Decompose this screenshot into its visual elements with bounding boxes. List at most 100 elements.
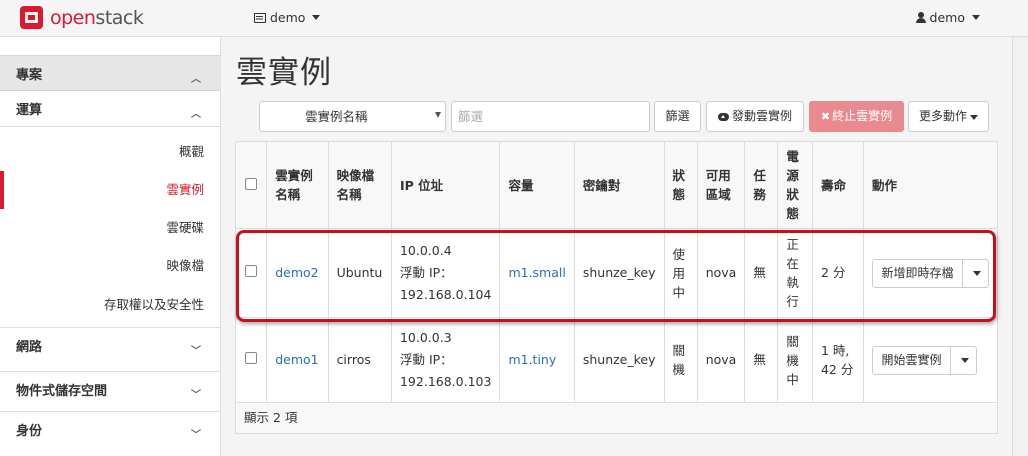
- terminate-instance-button[interactable]: ✖ 終止雲實例: [809, 101, 904, 132]
- status-text: 關機: [672, 343, 686, 377]
- power-state-cell: 關機中: [777, 317, 813, 403]
- user-dropdown[interactable]: demo: [915, 10, 980, 25]
- sidebar-section-compute[interactable]: 運算 ︿: [0, 91, 221, 127]
- floating-ip-address: 192.168.0.103: [399, 374, 492, 389]
- sidebar-item-volumes[interactable]: 雲硬碟: [0, 209, 221, 247]
- table-header-row: 雲實例名稱 映像檔名稱 IP 位址 容量 密鑰對 狀態 可用區域 任務 電源狀態…: [234, 141, 998, 229]
- column-header[interactable]: 任務: [744, 141, 779, 229]
- keypair-cell: shunze_key: [573, 228, 665, 318]
- power-state-cell: 正在執行: [777, 228, 813, 318]
- sidebar-section-object-storage[interactable]: 物件式儲存空間 ﹀: [0, 371, 221, 407]
- start-instance-button[interactable]: 開始雲實例: [873, 346, 951, 374]
- sidebar-section-label: 網路: [16, 340, 43, 355]
- sidebar-section-identity[interactable]: 身份 ﹀: [0, 411, 221, 447]
- column-header[interactable]: IP 位址: [390, 141, 501, 229]
- create-snapshot-button[interactable]: 新增即時存檔: [873, 259, 963, 287]
- instance-name-link[interactable]: demo2: [275, 265, 318, 280]
- select-all-checkbox[interactable]: [245, 177, 258, 190]
- column-header[interactable]: 映像檔名稱: [327, 141, 392, 229]
- age-text: 1 時, 42 分: [820, 343, 854, 377]
- instance-name-link[interactable]: demo1: [275, 352, 318, 367]
- list-icon: [254, 12, 266, 23]
- ip-cell: 10.0.0.3 浮動 IP： 192.168.0.103: [390, 317, 501, 403]
- floating-ip-address: 192.168.0.104: [399, 287, 492, 302]
- sidebar-section-label: 物件式儲存空間: [16, 384, 108, 399]
- keypair-cell: shunze_key: [573, 317, 665, 403]
- column-header[interactable]: 雲實例名稱: [266, 141, 329, 229]
- chevron-down-icon: ﹀: [191, 390, 201, 401]
- row-actions-dropdown-toggle[interactable]: [963, 260, 988, 287]
- az-cell: nova: [696, 228, 746, 318]
- row-select-cell: [234, 228, 268, 318]
- age-cell: 1 時, 42 分: [811, 317, 865, 403]
- close-icon: ✖: [820, 110, 831, 123]
- top-navbar: openstack demo demo: [0, 0, 1028, 37]
- more-actions-label: 更多動作: [918, 109, 967, 123]
- filter-button[interactable]: 篩選: [654, 101, 701, 132]
- row-checkbox[interactable]: [245, 352, 258, 364]
- power-state-text: 關機中: [786, 333, 799, 387]
- sidebar-section-project[interactable]: 專案 ︿: [0, 55, 221, 91]
- column-header[interactable]: 容量: [499, 141, 575, 229]
- flavor-link[interactable]: m1.small: [508, 265, 565, 280]
- row-actions-dropdown-toggle[interactable]: [951, 347, 976, 374]
- column-header[interactable]: 電源狀態: [777, 141, 813, 229]
- column-header[interactable]: 可用區域: [696, 141, 746, 229]
- filter-field-value: 雲實例名稱: [305, 109, 368, 124]
- table-row: demo1 cirros 10.0.0.3 浮動 IP： 192.168.0.1…: [234, 317, 998, 403]
- column-header[interactable]: 狀態: [663, 141, 698, 229]
- task-cell: 無: [744, 228, 779, 318]
- ip-cell: 10.0.0.4 浮動 IP： 192.168.0.104: [390, 228, 501, 318]
- column-header[interactable]: 密鑰對: [573, 141, 665, 229]
- launch-instance-button[interactable]: 發動雲實例: [706, 101, 804, 132]
- sidebar-item-access-security[interactable]: 存取權以及安全性: [0, 286, 221, 324]
- instances-table: 雲實例名稱 映像檔名稱 IP 位址 容量 密鑰對 狀態 可用區域 任務 電源狀態…: [234, 141, 998, 434]
- row-checkbox[interactable]: [245, 265, 258, 277]
- column-header-label: 雲實例名稱: [275, 168, 313, 202]
- chevron-down-icon: [312, 15, 321, 20]
- chevron-down-icon: [961, 357, 969, 363]
- user-icon: [915, 12, 926, 23]
- actions-cell: 開始雲實例: [863, 317, 998, 403]
- actions-cell: 新增即時存檔: [863, 228, 998, 318]
- column-header-label: 狀態: [672, 168, 686, 202]
- status-cell: 關機: [663, 317, 698, 403]
- table-footer-row: 顯示 2 項: [235, 402, 998, 434]
- select-all-cell: [234, 141, 268, 229]
- chevron-down-icon: [972, 15, 980, 20]
- sidebar-item-images[interactable]: 映像檔: [0, 247, 221, 285]
- chevron-down-icon: ﹀: [191, 430, 201, 441]
- flavor-cell: m1.small: [499, 228, 575, 318]
- sidebar-item-instances[interactable]: 雲實例: [0, 171, 221, 209]
- table-footer: 顯示 2 項: [235, 402, 998, 434]
- user-label: demo: [929, 10, 965, 25]
- sidebar-item-overview[interactable]: 概觀: [0, 133, 221, 171]
- sidebar-section-network[interactable]: 網路 ﹀: [0, 327, 221, 363]
- column-header[interactable]: 壽命: [811, 141, 865, 229]
- image-cell: Ubuntu: [327, 228, 392, 318]
- age-cell: 2 分: [811, 228, 865, 318]
- column-header-label: 映像檔名稱: [336, 168, 375, 202]
- page-scrollbar[interactable]: [1012, 37, 1028, 456]
- select-arrow-icon: [435, 112, 441, 118]
- launch-instance-label: 發動雲實例: [731, 109, 792, 123]
- instance-name-cell: demo2: [266, 228, 329, 318]
- task-cell: 無: [744, 317, 779, 403]
- sidebar-section-label: 運算: [16, 103, 43, 118]
- ip-address: 10.0.0.4: [399, 243, 452, 258]
- chevron-up-icon: ︿: [191, 74, 201, 85]
- more-actions-button[interactable]: 更多動作: [908, 101, 989, 132]
- chevron-down-icon: [970, 115, 978, 120]
- filter-input[interactable]: 篩選: [451, 101, 650, 132]
- status-cell: 使用中: [663, 228, 698, 318]
- filter-field-select[interactable]: 雲實例名稱: [259, 101, 446, 132]
- project-label: demo: [270, 10, 306, 25]
- brand-logo-link[interactable]: openstack: [20, 6, 144, 29]
- sidebar-section-label: 專案: [16, 67, 43, 83]
- sidebar-section-label: 身份: [16, 424, 43, 439]
- project-dropdown[interactable]: demo: [254, 10, 321, 25]
- column-header: 動作: [863, 141, 998, 229]
- status-text: 使用中: [672, 246, 686, 300]
- flavor-link[interactable]: m1.tiny: [508, 352, 556, 367]
- flavor-cell: m1.tiny: [499, 317, 575, 403]
